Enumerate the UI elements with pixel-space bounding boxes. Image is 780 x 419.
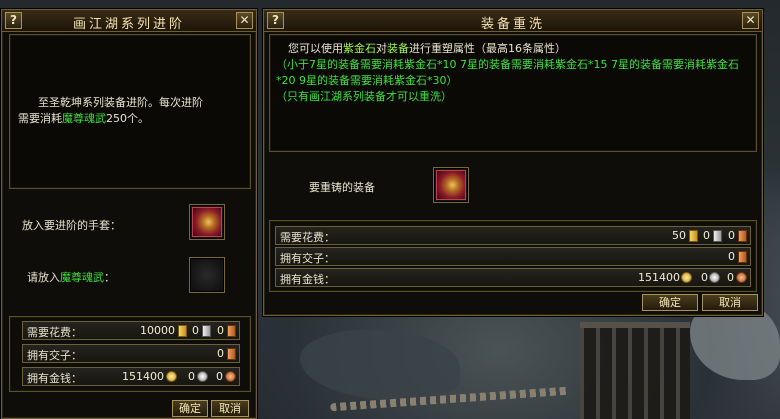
text-mid: 对 <box>376 42 387 55</box>
titlebar: ? 画江湖系列进阶 ✕ <box>2 10 256 32</box>
cost-row: 需要花费： 50 0 0 <box>275 226 751 245</box>
item-name: 魔尊魂武 <box>62 112 106 125</box>
help-button[interactable]: ? <box>267 12 284 29</box>
gold-coin-icon <box>681 272 692 283</box>
glove-slot[interactable] <box>189 204 225 240</box>
silver-icon <box>202 325 211 337</box>
cost-rules-text: （小于7星的装备需要消耗紫金石*10 7星的装备需要消耗紫金石*15 7星的装备… <box>276 58 739 87</box>
silver-icon <box>713 230 722 242</box>
titlebar: ? 装备重洗 ✕ <box>264 10 762 32</box>
gold-value: 50 <box>672 229 686 242</box>
copper-icon <box>738 230 747 242</box>
jiaozi-value: 0 <box>217 347 224 360</box>
row-label: 拥有金钱： <box>27 372 82 385</box>
item-name: 装备 <box>387 42 409 55</box>
confirm-button[interactable]: 确定 <box>642 294 698 311</box>
background-rock <box>300 330 460 400</box>
silver-value: 0 <box>192 324 199 337</box>
cost-row: 需要花费： 10000 0 0 <box>22 321 240 340</box>
item-name: 魔尊魂武 <box>60 271 104 284</box>
money-row: 拥有金钱： 151400 0 0 <box>22 367 240 386</box>
row-label: 拥有金钱： <box>280 273 335 286</box>
close-button[interactable]: ✕ <box>742 12 759 29</box>
text-suffix: 进行重塑属性（最高16条属性） <box>409 42 566 55</box>
gold-icon <box>689 230 698 242</box>
material-slot-label: 请放入魔尊魂武： <box>27 269 115 285</box>
copper-icon <box>227 325 236 337</box>
cancel-button[interactable]: 取消 <box>211 400 249 417</box>
money-row: 拥有金钱： 151400 0 0 <box>275 268 751 287</box>
description-text: 至圣乾坤系列装备进阶。每次进阶 需要消耗魔尊魂武250个。 <box>18 95 248 127</box>
help-button[interactable]: ? <box>5 12 22 29</box>
jiaozi-row: 拥有交子： 0 <box>22 344 240 363</box>
jiaozi-row: 拥有交子： 0 <box>275 247 751 266</box>
row-label: 拥有交子： <box>27 349 82 362</box>
description-box: 至圣乾坤系列装备进阶。每次进阶 需要消耗魔尊魂武250个。 <box>9 34 251 189</box>
description-box: 您可以使用紫金石对装备进行重塑属性（最高16条属性） （小于7星的装备需要消耗紫… <box>269 34 757 152</box>
gold-icon <box>178 325 187 337</box>
jiaozi-value: 0 <box>728 250 735 263</box>
restriction-text: （只有画江湖系列装备才可以重洗） <box>276 90 452 103</box>
confirm-button[interactable]: 确定 <box>172 400 208 417</box>
material-slot[interactable] <box>189 257 225 293</box>
equipment-reforge-panel: ? 装备重洗 ✕ 您可以使用紫金石对装备进行重塑属性（最高16条属性） （小于7… <box>263 9 763 316</box>
equipment-item-icon <box>436 170 466 200</box>
text-prefix: 您可以使用 <box>288 42 343 55</box>
label-prefix: 请放入 <box>27 271 60 284</box>
row-label: 拥有交子： <box>280 252 335 265</box>
cancel-button[interactable]: 取消 <box>702 294 758 311</box>
copper-value: 0 <box>727 271 734 284</box>
copper-coin-icon <box>225 371 236 382</box>
copper-coin-icon <box>736 272 747 283</box>
silver-value: 0 <box>703 229 710 242</box>
jiaozi-icon <box>738 251 747 263</box>
row-label: 需要花费： <box>280 231 335 244</box>
glove-item-icon <box>192 207 222 237</box>
copper-value: 0 <box>216 370 223 383</box>
gold-value: 151400 <box>122 370 164 383</box>
silver-value: 0 <box>188 370 195 383</box>
item-name: 紫金石 <box>343 42 376 55</box>
description-line: 需要消耗魔尊魂武250个。 <box>18 111 248 127</box>
jiaozi-icon <box>227 348 236 360</box>
panel-title: 装备重洗 <box>480 17 545 32</box>
label-suffix: ： <box>104 271 115 284</box>
reforge-slot-label: 要重铸的装备 <box>309 181 375 194</box>
close-button[interactable]: ✕ <box>236 12 253 29</box>
copper-value: 0 <box>217 324 224 337</box>
description-text: 您可以使用紫金石对装备进行重塑属性（最高16条属性） （小于7星的装备需要消耗紫… <box>276 41 750 105</box>
background-cage <box>580 322 690 419</box>
silver-coin-icon <box>197 371 208 382</box>
description-prefix: 需要消耗 <box>18 112 62 125</box>
equipment-advance-panel: ? 画江湖系列进阶 ✕ 至圣乾坤系列装备进阶。每次进阶 需要消耗魔尊魂武250个… <box>1 9 257 419</box>
gold-value: 10000 <box>140 324 175 337</box>
description-line: 至圣乾坤系列装备进阶。每次进阶 <box>38 96 203 109</box>
copper-value: 0 <box>728 229 735 242</box>
silver-value: 0 <box>701 271 708 284</box>
description-suffix: 250个。 <box>106 112 149 125</box>
description-line: 您可以使用紫金石对装备进行重塑属性（最高16条属性） <box>276 41 750 57</box>
panel-title: 画江湖系列进阶 <box>72 17 185 32</box>
gold-value: 151400 <box>638 271 680 284</box>
gold-coin-icon <box>166 371 177 382</box>
glove-slot-label: 放入要进阶的手套： <box>22 219 121 232</box>
silver-coin-icon <box>709 272 720 283</box>
row-label: 需要花费： <box>27 326 82 339</box>
reforge-slot[interactable] <box>433 167 469 203</box>
